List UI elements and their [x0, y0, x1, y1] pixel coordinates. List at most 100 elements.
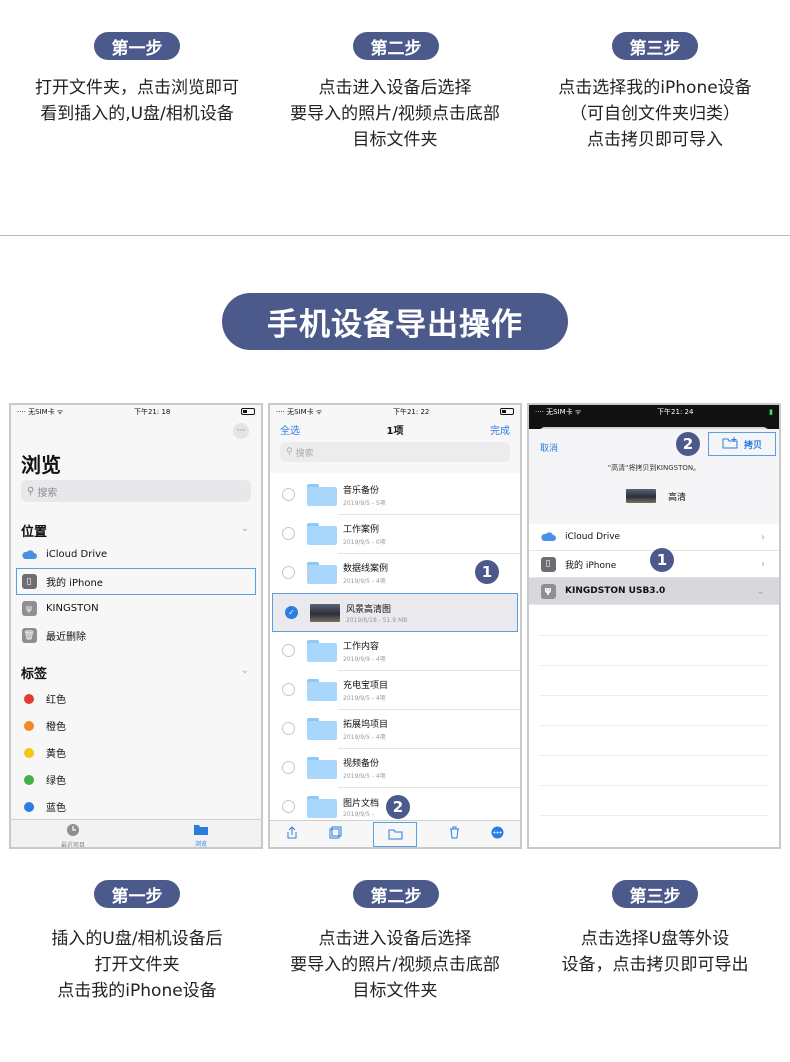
search-placeholder: 搜索 [295, 448, 314, 459]
folder-add-icon [722, 436, 738, 452]
battery-icon [240, 408, 255, 415]
desc-line: 点击我的iPhone设备 [57, 981, 217, 1001]
copy-button[interactable]: 拷贝 [708, 432, 776, 456]
file-row[interactable]: 充电宝项目 2019/9/5 - 4项 [270, 670, 520, 709]
tags-header: 标签 [21, 667, 48, 682]
divider [539, 635, 769, 636]
folder-icon [307, 678, 337, 701]
tag-label: 蓝色 [46, 803, 66, 814]
move-to-folder-button[interactable] [373, 821, 418, 847]
bottom-step3-pill: 第三步 [612, 880, 698, 908]
desc-line: 目标文件夹 [352, 130, 438, 150]
divider [338, 514, 520, 515]
folder-icon [307, 639, 337, 662]
divider [539, 695, 769, 696]
radio-button[interactable] [282, 683, 295, 696]
folder-icon [307, 756, 337, 779]
trash-icon[interactable] [449, 826, 460, 842]
empty-list-area [529, 605, 779, 847]
duplicate-icon[interactable] [329, 826, 342, 842]
location-icloud[interactable]: iCloud Drive › [529, 524, 779, 551]
status-time: 下午21: 18 [133, 407, 171, 416]
top-step3-desc: 点击选择我的iPhone设备 （可自创文件夹归类） 点击拷贝即可导入 [532, 75, 778, 153]
folder-icon [307, 561, 337, 584]
select-all-button[interactable]: 全选 [280, 422, 300, 437]
blue-dot-icon [24, 801, 34, 812]
phone-file-select-screen: ···· 无SIM卡 ᯤ 下午21: 22 全选 1项 完成 ⚲ 搜索 音乐备份… [268, 403, 522, 849]
tag-blue[interactable]: 蓝色 [11, 793, 261, 820]
radio-button[interactable] [282, 800, 295, 813]
file-meta: 2019/8/18 - 51.9 MB [346, 616, 408, 624]
radio-button[interactable] [282, 722, 295, 735]
top-step1-desc: 打开文件夹，点击浏览即可 看到插入的,U盘/相机设备 [14, 75, 260, 127]
radio-button[interactable] [282, 761, 295, 774]
radio-button[interactable] [282, 527, 295, 540]
more-button[interactable]: ··· [233, 423, 249, 439]
location-label: KINGDSTON USB3.0 [565, 586, 666, 596]
file-row[interactable]: 工作案例 2019/9/5 - 0项 [270, 514, 520, 553]
location-icloud[interactable]: iCloud Drive [11, 541, 261, 568]
section-divider [0, 235, 790, 236]
radio-button[interactable] [282, 488, 295, 501]
file-row[interactable]: 音乐备份 2019/9/5 - 5项 [270, 475, 520, 514]
file-name: 工作内容 [343, 641, 380, 652]
step-badge-2: 2 [386, 795, 410, 819]
page-title: 浏览 [21, 453, 61, 477]
tag-yellow[interactable]: 黄色 [11, 739, 261, 766]
phone-icon: ▯ [21, 574, 37, 590]
location-label: iCloud Drive [46, 549, 108, 560]
tab-recents[interactable]: 最近项目 [43, 823, 103, 847]
tag-green[interactable]: 绿色 [11, 766, 261, 793]
carrier-label: ···· 无SIM卡 ᯤ [276, 407, 323, 416]
trash-icon: 🗑 [21, 628, 37, 644]
location-kingston-usb[interactable]: ψ KINGDSTON USB3.0 ⌄ [529, 578, 779, 605]
desc-line: 点击选择U盘等外设 [580, 929, 730, 949]
orange-dot-icon [24, 720, 34, 731]
more-icon[interactable] [491, 826, 504, 842]
file-row[interactable]: 视频备份 2019/9/5 - 4项 [270, 748, 520, 787]
tab-label: 浏览 [194, 841, 207, 848]
radio-button[interactable] [282, 644, 295, 657]
chevron-down-icon[interactable]: ⌄ [241, 665, 249, 676]
location-kingston[interactable]: ψ KINGSTON [11, 595, 261, 622]
file-name: 充电宝项目 [343, 680, 389, 691]
folder-icon [307, 522, 337, 545]
bottom-step1-pill: 第一步 [94, 880, 180, 908]
cancel-button[interactable]: 取消 [540, 441, 558, 454]
tag-orange[interactable]: 橙色 [11, 712, 261, 739]
location-my-iphone[interactable]: ▯ 我的 iPhone [16, 568, 256, 595]
divider [338, 670, 520, 671]
yellow-dot-icon [24, 747, 34, 758]
search-input[interactable]: ⚲ 搜索 [280, 442, 510, 462]
top-step2-pill: 第二步 [353, 32, 439, 60]
divider [539, 785, 769, 786]
chevron-down-icon: ⌄ [756, 585, 765, 597]
bottom-step2-desc: 点击进入设备后选择 要导入的照片/视频点击底部 目标文件夹 [272, 926, 518, 1004]
carrier: 无SIM卡 [546, 407, 573, 416]
desc-line: 点击进入设备后选择 [318, 929, 472, 949]
radio-button[interactable] [282, 566, 295, 579]
tag-red[interactable]: 红色 [11, 685, 261, 712]
battery-icon [499, 408, 514, 415]
image-thumbnail [626, 489, 656, 503]
share-icon[interactable] [286, 826, 298, 842]
clock-icon [43, 823, 103, 839]
desc-line: 点击选择我的iPhone设备 [558, 78, 752, 98]
file-list: 音乐备份 2019/9/5 - 5项 工作案例 2019/9/5 - 0项 数据线案… [270, 473, 520, 823]
desc-line: 设备，点击拷贝即可导出 [561, 955, 749, 975]
done-button[interactable]: 完成 [490, 422, 510, 437]
file-row[interactable]: 拓展坞项目 2019/9/5 - 4项 [270, 709, 520, 748]
copy-sheet-header: 取消 拷贝 "高清"将拷贝到KINGSTON。 高清 [529, 429, 779, 525]
location-recently-deleted[interactable]: 🗑 最近删除 [11, 622, 261, 649]
tab-browse[interactable]: 浏览 [171, 823, 231, 848]
search-input[interactable]: ⚲ 搜索 [21, 480, 251, 502]
status-time: 下午21: 24 [657, 407, 694, 416]
file-row-selected[interactable]: ✓ 风景高清图 2019/8/18 - 51.9 MB [272, 593, 518, 632]
checkmark-icon[interactable]: ✓ [285, 606, 298, 619]
section-title: 手机设备导出操作 [222, 293, 568, 350]
file-row[interactable]: 工作内容 2019/9/9 - 4项 [270, 631, 520, 670]
desc-line: 点击进入设备后选择 [318, 78, 472, 98]
chevron-down-icon[interactable]: ⌄ [241, 523, 249, 534]
desc-line: 要导入的照片/视频点击底部 [290, 104, 500, 124]
desc-line: 打开文件夹 [94, 955, 180, 975]
